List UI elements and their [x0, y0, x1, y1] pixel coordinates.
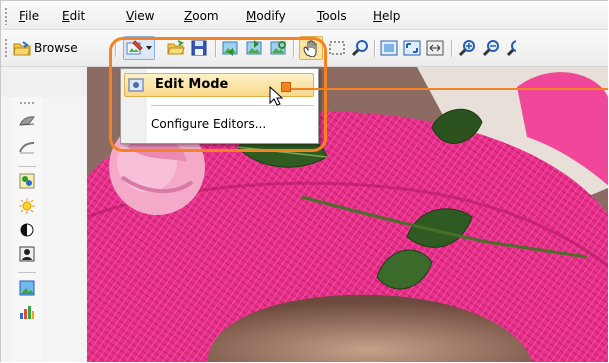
menu-edit-rest: dit [69, 9, 86, 23]
app-window: File Edit View Zoom Modify Tools Help Br… [0, 0, 608, 362]
fit-window-icon [403, 40, 421, 56]
vertical-toolbar-grip[interactable] [19, 101, 35, 105]
edit-mode-label: Edit Mode [155, 77, 229, 92]
menu-view-mnemonic: V [126, 9, 134, 23]
toolbar-separator [115, 40, 116, 57]
menu-bar: File Edit View Zoom Modify Tools Help [1, 1, 608, 30]
callout-leader-line [291, 88, 608, 90]
select-tool-button[interactable] [328, 39, 346, 57]
actual-size-button[interactable] [380, 39, 398, 57]
hand-icon [303, 40, 317, 57]
landscape-icon [19, 280, 35, 296]
landscape-button[interactable] [19, 280, 35, 296]
image-prev-icon [222, 41, 238, 56]
save-button[interactable] [190, 39, 208, 57]
menu-help[interactable]: Help [373, 8, 400, 24]
save-icon [191, 40, 207, 56]
menu-item-edit-mode[interactable]: Edit Mode [124, 73, 314, 97]
menu-file-rest: ile [25, 9, 40, 23]
image-next-icon [246, 40, 262, 55]
vertical-toolbar [12, 97, 42, 362]
portrait-button[interactable] [19, 246, 35, 262]
browse-icon [13, 39, 31, 57]
curve-icon [19, 142, 35, 154]
histogram-button[interactable] [19, 304, 35, 320]
open-folder-button[interactable] [167, 39, 185, 57]
toolbar-separator [215, 40, 216, 57]
menu-view[interactable]: View [126, 8, 154, 24]
zoom-out-button[interactable] [482, 39, 500, 57]
edit-mode-icon [126, 39, 144, 57]
menu-help-mnemonic: H [373, 9, 383, 23]
toolbar-grip[interactable] [4, 38, 8, 58]
chevron-down-icon[interactable] [146, 46, 152, 50]
edit-mode-dropdown-menu: Edit Mode Configure Editors... [120, 68, 319, 144]
hat-icon [19, 116, 35, 126]
image-prev-button[interactable] [221, 39, 239, 57]
image-rotate-button[interactable] [269, 39, 287, 57]
hand-tool-button[interactable] [299, 36, 323, 60]
menu-modify[interactable]: Modify [246, 8, 286, 24]
fit-window-button[interactable] [403, 39, 421, 57]
image-next-button[interactable] [245, 39, 263, 57]
selection-icon [329, 41, 345, 55]
color-adjust-button[interactable] [19, 173, 35, 189]
contrast-button[interactable] [19, 222, 35, 238]
portrait-icon [19, 246, 35, 262]
histogram-icon [20, 306, 34, 319]
image-rotate-icon [270, 41, 286, 55]
actual-size-icon [380, 40, 398, 56]
menu-help-rest: elp [382, 9, 401, 23]
hat-tool-button[interactable] [19, 113, 35, 129]
vertical-separator [18, 166, 36, 167]
zoom-in-button[interactable] [458, 39, 476, 57]
browse-label: Browse [34, 41, 78, 55]
fit-width-icon [426, 40, 444, 56]
zoom-in-icon [458, 40, 475, 57]
menu-file[interactable]: File [19, 8, 39, 24]
menu-zoom-mnemonic: Z [184, 9, 193, 23]
menu-zoom-rest: oom [192, 9, 219, 23]
toolbar-separator [293, 40, 294, 57]
main-toolbar: Browse [1, 30, 608, 67]
menu-modify-rest: odify [256, 9, 286, 23]
zoom-icon [506, 40, 516, 57]
menu-tools-rest: ools [322, 9, 347, 23]
menu-edit[interactable]: Edit [62, 8, 85, 24]
sun-icon [19, 198, 35, 214]
brightness-button[interactable] [19, 198, 35, 214]
zoom-more-button[interactable] [506, 39, 516, 57]
edit-mode-split-button[interactable] [123, 36, 155, 60]
menu-tools[interactable]: Tools [317, 8, 347, 24]
menu-zoom[interactable]: Zoom [184, 8, 219, 24]
toolbar-separator [374, 40, 375, 57]
left-panel [1, 97, 87, 362]
menubar-grip[interactable] [4, 7, 8, 25]
menu-edit-mnemonic: E [62, 9, 70, 23]
open-folder-icon [167, 40, 185, 55]
menu-view-rest: iew [133, 9, 155, 23]
color-adjust-icon [19, 173, 35, 189]
menu-separator [151, 105, 314, 106]
zoom-tool-button[interactable] [351, 39, 369, 57]
vertical-separator [18, 272, 36, 273]
zoom-out-icon [482, 40, 499, 57]
contrast-icon [20, 223, 34, 237]
menu-item-configure-editors[interactable]: Configure Editors... [124, 113, 314, 135]
curve-tool-button[interactable] [19, 139, 35, 155]
configure-editors-label: Configure Editors... [151, 117, 267, 131]
magnifier-icon [351, 40, 368, 57]
menu-modify-mnemonic: M [246, 9, 257, 23]
toolbar-separator [451, 40, 452, 57]
mouse-cursor [269, 85, 284, 106]
fit-width-button[interactable] [426, 39, 444, 57]
browse-button[interactable]: Browse [13, 39, 87, 57]
edit-mode-menu-icon [128, 77, 144, 93]
